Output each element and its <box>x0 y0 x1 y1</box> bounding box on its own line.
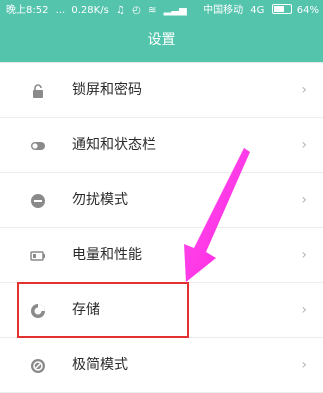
setting-row-lock-screen[interactable]: 锁屏和密码 › <box>0 63 323 118</box>
setting-label: 电量和性能 <box>72 247 142 263</box>
status-dots: ... <box>55 5 66 16</box>
headphones-icon: ♫ <box>115 5 125 16</box>
status-bar: 晚上8:52 ... 0.28K/s ♫ ◴ ≋ ▂▃▅ 中国移动 4G 64% <box>0 0 323 22</box>
app-header: 晚上8:52 ... 0.28K/s ♫ ◴ ≋ ▂▃▅ 中国移动 4G 64%… <box>0 0 323 62</box>
wifi-icon: ≋ <box>148 5 157 16</box>
status-time: 晚上8:52 <box>6 5 49 16</box>
status-left: 晚上8:52 ... 0.28K/s ♫ ◴ ≋ ▂▃▅ <box>6 0 187 22</box>
setting-label: 锁屏和密码 <box>72 82 142 98</box>
alarm-icon: ◴ <box>132 5 141 16</box>
battery-icon <box>30 250 45 261</box>
status-network: 4G <box>250 5 265 16</box>
chevron-right-icon: › <box>301 82 307 98</box>
minimal-mode-icon <box>31 358 45 373</box>
storage-highlight-box <box>17 282 189 338</box>
signal-icon: ▂▃▅ <box>163 5 187 16</box>
chevron-right-icon: › <box>301 137 307 153</box>
setting-label: 勿扰模式 <box>72 192 128 208</box>
battery-icon <box>271 4 292 14</box>
setting-row-battery-performance[interactable]: 电量和性能 › <box>0 228 323 283</box>
status-battery: 64% <box>296 5 319 16</box>
lock-icon <box>33 83 43 98</box>
page-title: 设置 <box>147 32 176 48</box>
chevron-right-icon: › <box>301 357 307 373</box>
status-carrier: 中国移动 <box>203 5 244 16</box>
chevron-right-icon: › <box>301 247 307 263</box>
setting-row-minimal-mode[interactable]: 极简模式 › <box>0 338 323 393</box>
status-right: 中国移动 4G 64% <box>203 0 319 22</box>
setting-row-do-not-disturb[interactable]: 勿扰模式 › <box>0 173 323 228</box>
toggle-icon <box>31 141 45 150</box>
minus-circle-icon <box>31 193 45 208</box>
chevron-right-icon: › <box>301 302 307 318</box>
setting-row-notifications[interactable]: 通知和状态栏 › <box>0 118 323 173</box>
setting-label: 通知和状态栏 <box>72 137 156 153</box>
chevron-right-icon: › <box>301 192 307 208</box>
status-speed: 0.28K/s <box>71 5 109 16</box>
setting-label: 极简模式 <box>72 357 128 373</box>
